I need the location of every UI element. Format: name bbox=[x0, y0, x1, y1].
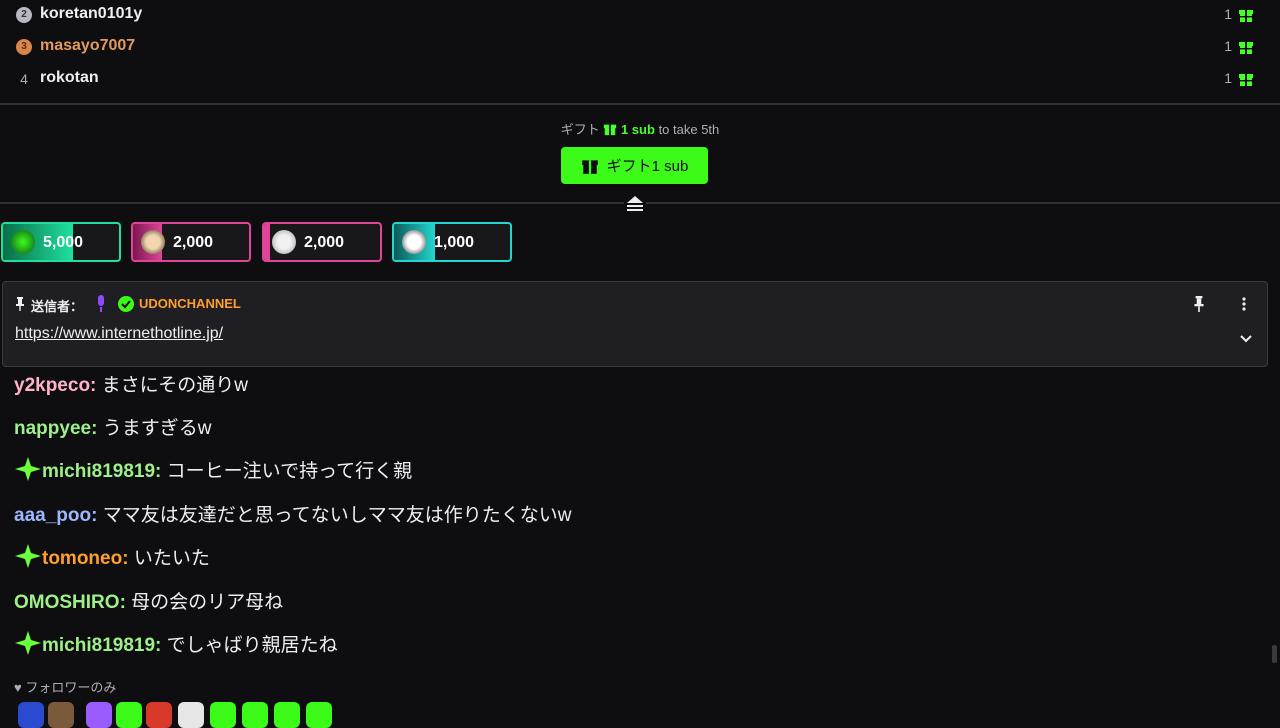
hype-chip[interactable]: 5,000 bbox=[1, 222, 121, 262]
emote-icon[interactable] bbox=[306, 702, 332, 728]
gift-count: 1 bbox=[1224, 6, 1232, 22]
leaderboard-row: 2 koretan0101y 1 bbox=[0, 0, 1280, 32]
chat-message: OMOSHIRO: 母の会のリア母ね bbox=[14, 592, 284, 613]
chat-username[interactable]: tomoneo bbox=[42, 548, 122, 569]
scrollbar[interactable] bbox=[1272, 645, 1277, 663]
microphone-icon bbox=[98, 295, 104, 312]
chat-text: いたいた bbox=[133, 548, 210, 569]
hype-chip[interactable]: 1,000 bbox=[392, 222, 512, 262]
pin-icon[interactable] bbox=[1193, 296, 1205, 312]
gift-button-label: ギフト1 sub bbox=[606, 158, 689, 175]
chat-text: うますぎるw bbox=[102, 418, 212, 439]
gift-hint: ギフト 1 sub to take 5th bbox=[0, 119, 1280, 138]
gift-hint-sub: 1 sub bbox=[620, 122, 655, 137]
chat-text: 母の会のリア母ね bbox=[131, 592, 284, 613]
emote-icon[interactable] bbox=[146, 702, 172, 728]
chat-text: コーヒー注いで持って行く親 bbox=[166, 461, 413, 482]
more-options-icon[interactable] bbox=[1240, 296, 1248, 312]
chip-amount: 5,000 bbox=[43, 234, 84, 251]
emote-icon[interactable] bbox=[274, 702, 300, 728]
emote-icon[interactable] bbox=[86, 702, 112, 728]
chip-amount: 2,000 bbox=[173, 234, 214, 251]
gift-icon bbox=[581, 159, 598, 174]
pinned-message: 送信者： UDONCHANNEL https://www.internethot… bbox=[2, 281, 1268, 367]
emote-icon[interactable] bbox=[178, 702, 204, 728]
emote-icon[interactable] bbox=[210, 702, 236, 728]
gift-hint-prefix: ギフト bbox=[560, 122, 600, 137]
chat-message: aaa_poo: ママ友は友達だと思ってないしママ友は作りたくないw bbox=[14, 505, 572, 526]
avatar bbox=[141, 230, 165, 254]
followers-only-label: フォロワーのみ bbox=[25, 680, 117, 695]
chip-progress bbox=[264, 224, 270, 260]
pinned-link[interactable]: https://www.internethotline.jp/ bbox=[15, 325, 223, 343]
gift-icon bbox=[1239, 74, 1253, 86]
hype-chip[interactable]: 2,000 bbox=[131, 222, 251, 262]
avatar bbox=[272, 230, 296, 254]
gift-icon bbox=[1239, 10, 1253, 22]
rank-badge: 3 bbox=[16, 39, 32, 55]
chat-message: y2kpeco: まさにその通りw bbox=[14, 375, 248, 396]
leaderboard-row: 4 rokotan 1 bbox=[0, 64, 1280, 96]
chip-amount: 1,000 bbox=[434, 234, 475, 251]
chat-message: michi819819: でしゃばり親居たね bbox=[14, 630, 338, 657]
chat-message: nappyee: うますぎるw bbox=[14, 418, 212, 439]
leaderboard-username[interactable]: koretan0101y bbox=[40, 5, 142, 23]
emote-icon[interactable] bbox=[48, 702, 74, 728]
divider bbox=[0, 103, 1280, 105]
gift-count: 1 bbox=[1224, 70, 1232, 86]
emote-icon[interactable] bbox=[116, 702, 142, 728]
avatar bbox=[11, 230, 35, 254]
hype-chip[interactable]: 2,000 bbox=[262, 222, 382, 262]
chat-text: まさにその通りw bbox=[101, 375, 248, 396]
chat-text: でしゃばり親居たね bbox=[166, 635, 338, 656]
rank-number: 4 bbox=[20, 71, 28, 87]
chat-username[interactable]: michi819819 bbox=[42, 635, 155, 656]
avatar bbox=[402, 230, 426, 254]
pinned-sender-label: 送信者： bbox=[31, 299, 84, 314]
gift-count: 1 bbox=[1224, 38, 1232, 54]
pin-icon bbox=[16, 297, 24, 311]
gift-sub-button[interactable]: ギフト1 sub bbox=[561, 147, 708, 184]
chat-username[interactable]: OMOSHIRO bbox=[14, 592, 120, 613]
chat-username[interactable]: nappyee bbox=[14, 418, 91, 439]
eject-icon bbox=[627, 196, 643, 211]
followers-only-notice: ♥ フォロワーのみ bbox=[14, 677, 116, 696]
chat-username[interactable]: michi819819 bbox=[42, 461, 155, 482]
chat-username[interactable]: aaa_poo bbox=[14, 505, 91, 526]
sparkle-badge-icon bbox=[15, 544, 41, 568]
chat-message: michi819819: コーヒー注いで持って行く親 bbox=[14, 456, 412, 483]
collapse-handle[interactable] bbox=[624, 194, 646, 212]
emote-icon[interactable] bbox=[18, 702, 44, 728]
chat-message: tomoneo: いたいた bbox=[14, 543, 210, 570]
rank-badge: 2 bbox=[16, 7, 32, 23]
gift-icon bbox=[1239, 42, 1253, 54]
chevron-down-icon[interactable] bbox=[1239, 334, 1253, 344]
verified-icon bbox=[118, 296, 134, 312]
leaderboard-username[interactable]: rokotan bbox=[40, 69, 99, 87]
gift-icon bbox=[604, 124, 617, 136]
chat-text: ママ友は友達だと思ってないしママ友は作りたくないw bbox=[102, 505, 572, 526]
leaderboard-row: 3 masayo7007 1 bbox=[0, 32, 1280, 64]
pinned-username[interactable]: UDONCHANNEL bbox=[139, 296, 241, 311]
chip-amount: 2,000 bbox=[304, 234, 345, 251]
leaderboard-username[interactable]: masayo7007 bbox=[40, 37, 135, 55]
sparkle-badge-icon bbox=[15, 457, 41, 481]
chat-username[interactable]: y2kpeco bbox=[14, 375, 90, 396]
gift-hint-suffix: to take 5th bbox=[658, 122, 720, 137]
sparkle-badge-icon bbox=[15, 631, 41, 655]
heart-icon: ♥ bbox=[14, 680, 22, 695]
emote-icon[interactable] bbox=[242, 702, 268, 728]
